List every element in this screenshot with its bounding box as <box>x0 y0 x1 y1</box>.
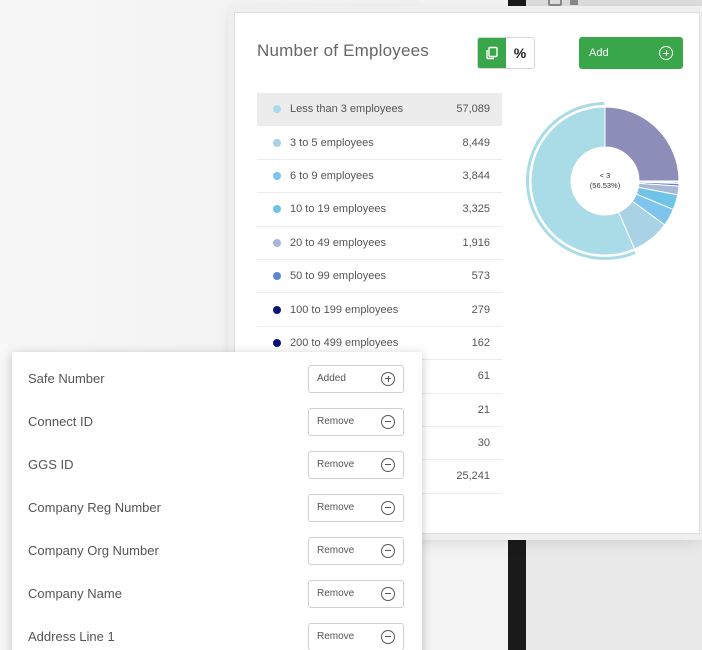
field-row: Connect ID Remove <box>12 400 422 443</box>
field-row: GGS ID Remove <box>12 443 422 486</box>
field-label: Company Name <box>28 586 122 601</box>
remove-button[interactable]: Remove <box>308 450 404 479</box>
legend-dot-icon <box>273 205 281 214</box>
employee-range-count: 30 <box>477 437 490 450</box>
employee-range-count: 1,916 <box>462 236 490 249</box>
add-button-label: Add <box>589 47 609 59</box>
background-toolbar <box>526 0 702 10</box>
employee-range-count: 57,089 <box>456 103 490 116</box>
employee-range-label: 200 to 499 employees <box>290 336 399 349</box>
employee-range-label: 100 to 199 employees <box>290 303 399 316</box>
employee-range-row[interactable]: 50 to 99 employees 573 <box>257 260 502 294</box>
employee-range-row[interactable]: 6 to 9 employees 3,844 <box>257 160 502 194</box>
employee-range-label: Less than 3 employees <box>290 103 404 116</box>
field-button-label: Remove <box>317 416 355 427</box>
employee-range-row[interactable]: 3 to 5 employees 8,449 <box>257 126 502 160</box>
add-button[interactable]: Add <box>579 37 683 69</box>
donut-hole <box>571 147 639 215</box>
toolbar-fragment-icon <box>570 0 578 5</box>
employee-range-label: 3 to 5 employees <box>290 136 374 149</box>
field-button-label: Remove <box>317 459 355 470</box>
plus-circle-icon <box>381 371 395 386</box>
employee-range-count: 162 <box>471 336 490 349</box>
employee-range-count: 61 <box>477 370 490 383</box>
remove-button[interactable]: Remove <box>308 536 404 565</box>
minus-circle-icon <box>381 586 395 601</box>
employee-range-label: 10 to 19 employees <box>290 203 387 216</box>
field-row: Company Org Number Remove <box>12 529 422 572</box>
employee-range-label: 6 to 9 employees <box>290 169 374 182</box>
field-button-label: Remove <box>317 545 355 556</box>
field-button-label: Remove <box>317 588 355 599</box>
employee-range-row[interactable]: 10 to 19 employees 3,325 <box>257 193 502 227</box>
field-label: GGS ID <box>28 457 74 472</box>
legend-dot-icon <box>273 305 281 314</box>
donut-svg <box>526 102 680 260</box>
remove-button[interactable]: Remove <box>308 579 404 608</box>
legend-dot-icon <box>273 338 281 347</box>
employee-range-row[interactable]: 20 to 49 employees 1,916 <box>257 227 502 260</box>
window-icon <box>548 0 562 6</box>
employee-range-count: 25,241 <box>456 470 490 483</box>
employee-range-label: 20 to 49 employees <box>290 236 387 249</box>
donut-chart: < 3 (56.53%) <box>523 99 687 263</box>
field-row: Address Line 1 Remove <box>12 615 422 650</box>
percent-view-button[interactable]: % <box>506 38 534 68</box>
employee-range-count: 573 <box>471 270 490 283</box>
employee-range-count: 3,844 <box>462 169 490 182</box>
legend-dot-icon <box>273 272 281 281</box>
field-label: Address Line 1 <box>28 629 115 644</box>
added-button[interactable]: Added <box>308 364 404 393</box>
employee-range-label: 50 to 99 employees <box>290 270 387 283</box>
remove-button[interactable]: Remove <box>308 622 404 650</box>
employee-range-count: 8,449 <box>462 136 490 149</box>
employee-range-row[interactable]: Less than 3 employees 57,089 <box>257 93 502 127</box>
employee-range-count: 3,325 <box>462 203 490 216</box>
minus-circle-icon <box>381 629 395 644</box>
field-row: Company Name Remove <box>12 572 422 615</box>
plus-circle-icon <box>659 46 673 60</box>
field-label: Company Org Number <box>28 543 159 558</box>
fields-panel: Safe Number Added Connect ID Remove GGS ID Re… <box>12 352 422 650</box>
legend-dot-icon <box>273 171 281 180</box>
employee-range-count: 279 <box>471 303 490 316</box>
remove-button[interactable]: Remove <box>308 493 404 522</box>
legend-dot-icon <box>273 138 281 147</box>
minus-circle-icon <box>381 543 395 558</box>
field-label: Safe Number <box>28 371 105 386</box>
copy-icon <box>486 46 498 60</box>
absolute-view-button[interactable] <box>478 38 506 68</box>
card-title: Number of Employees <box>257 41 429 60</box>
field-button-label: Remove <box>317 631 355 642</box>
view-toggle: % <box>477 37 535 69</box>
field-label: Connect ID <box>28 414 94 429</box>
minus-circle-icon <box>381 457 395 472</box>
legend-dot-icon <box>273 238 281 247</box>
field-label: Company Reg Number <box>28 500 161 515</box>
field-button-label: Added <box>317 373 346 384</box>
remove-button[interactable]: Remove <box>308 407 404 436</box>
minus-circle-icon <box>381 500 395 515</box>
legend-dot-icon <box>273 105 281 114</box>
field-row: Company Reg Number Remove <box>12 486 422 529</box>
field-button-label: Remove <box>317 502 355 513</box>
field-row: Safe Number Added <box>12 357 422 400</box>
employee-range-count: 21 <box>477 403 490 416</box>
employee-range-row[interactable]: 100 to 199 employees 279 <box>257 293 502 327</box>
minus-circle-icon <box>381 414 395 429</box>
